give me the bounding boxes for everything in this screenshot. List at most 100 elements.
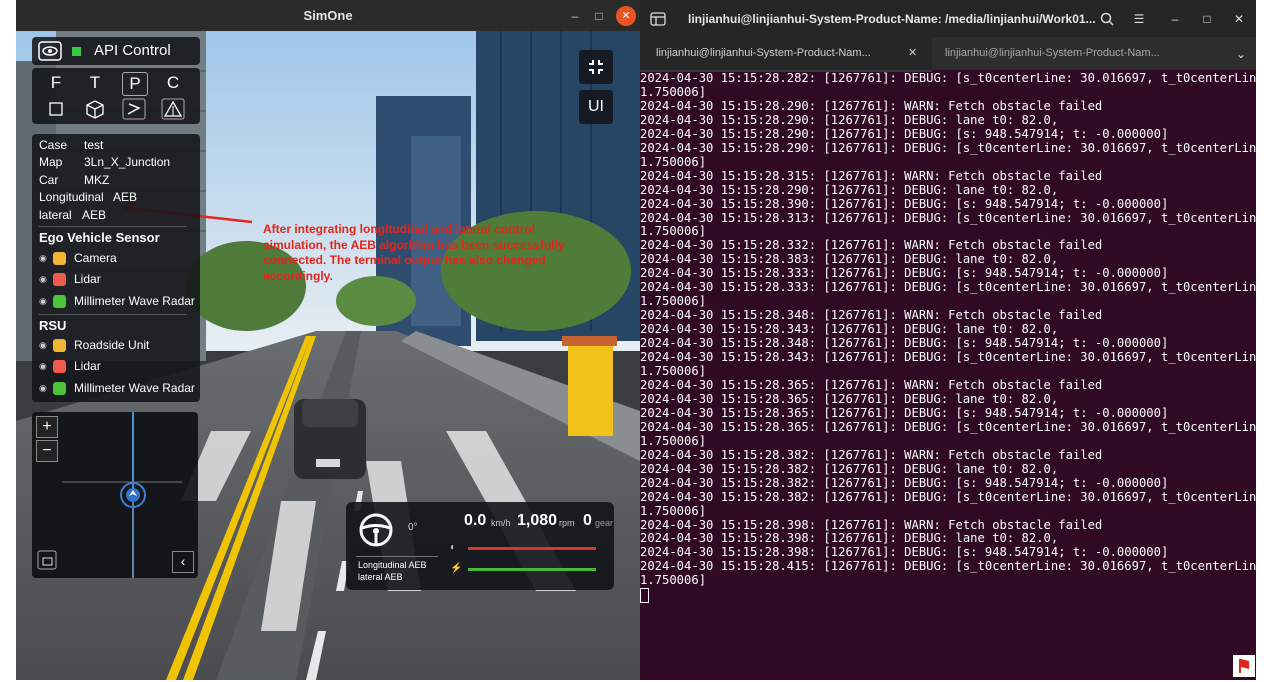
ui-toggle-button[interactable]: UI (579, 90, 613, 124)
tab-close-icon[interactable]: ✕ (908, 37, 917, 70)
terminal-line: 1.750006] (640, 364, 707, 379)
view-mode-c[interactable]: C (161, 72, 185, 94)
zoom-out-button[interactable]: − (36, 440, 58, 462)
brake-bar (468, 547, 596, 550)
terminal-line: 2024-04-30 15:15:28.383: [1267761]: DEBU… (640, 252, 1059, 267)
sensor-label: Millimeter Wave Radar (74, 381, 195, 395)
desktop-edge (1256, 0, 1280, 680)
terminal-line: 1.750006] (640, 224, 707, 239)
roadside-unit-icon (53, 339, 66, 352)
simulation-viewport[interactable]: API Control F T P C Case test Map 3Ln_X_… (16, 31, 640, 680)
terminal-title: linjianhui@linjianhui-System-Product-Nam… (688, 12, 1096, 26)
control-mode-longitudinal: Longitudinal AEB (358, 560, 427, 570)
brake-icon: ◐ (450, 542, 457, 553)
visibility-eye-icon[interactable]: ◉ (39, 383, 47, 394)
chevron-down-icon[interactable]: ⌄ (1230, 43, 1252, 65)
visibility-eye-icon[interactable]: ◉ (39, 296, 47, 307)
tab-label: linjianhui@linjianhui-System-Product-Nam… (656, 47, 871, 59)
terminal-line: 2024-04-30 15:15:28.365: [1267761]: DEBU… (640, 405, 1169, 420)
terminal-line: 2024-04-30 15:15:28.348: [1267761]: DEBU… (640, 336, 1169, 351)
maximize-button[interactable]: □ (588, 5, 610, 27)
hamburger-menu-icon[interactable]: ☰ (1128, 8, 1150, 30)
terminal-cursor (640, 588, 1256, 605)
minimap-panel[interactable]: + − ‹ (32, 412, 198, 578)
rsu-title: RSU (39, 318, 67, 333)
view-mode-f[interactable]: F (44, 72, 68, 94)
terminal-line: 2024-04-30 15:15:28.390: [1267761]: DEBU… (640, 196, 1169, 211)
collapse-chevron-icon[interactable]: ‹ (172, 551, 194, 573)
visibility-eye-icon[interactable]: ◉ (39, 361, 47, 372)
close-button[interactable]: ✕ (1228, 8, 1250, 30)
lidar-icon (53, 273, 66, 286)
api-control-panel[interactable]: API Control (32, 37, 200, 65)
car-value: MKZ (84, 173, 110, 187)
terminal-line: 2024-04-30 15:15:28.382: [1267761]: WARN… (640, 447, 1103, 462)
divider (39, 314, 187, 315)
terminal-line: 2024-04-30 15:15:28.290: [1267761]: DEBU… (640, 112, 1059, 127)
terminal-line: 2024-04-30 15:15:28.365: [1267761]: DEBU… (640, 419, 1256, 434)
terminal-line: 2024-04-30 15:15:28.315: [1267761]: WARN… (640, 168, 1103, 183)
terminal-line: 2024-04-30 15:15:28.290: [1267761]: DEBU… (640, 126, 1169, 141)
steering-wheel-icon (359, 513, 393, 547)
terminal-line: 2024-04-30 15:15:28.282: [1267761]: DEBU… (640, 71, 1256, 85)
terminal-line: 2024-04-30 15:15:28.382: [1267761]: DEBU… (640, 489, 1256, 504)
road-triangle-icon[interactable] (161, 98, 185, 120)
simone-window-title: SimOne (303, 8, 353, 23)
terminal-line: 2024-04-30 15:15:28.343: [1267761]: DEBU… (640, 322, 1059, 337)
terminal-titlebar[interactable]: linjianhui@linjianhui-System-Product-Nam… (640, 0, 1256, 37)
longitudinal-label: Longitudinal (39, 190, 104, 204)
fullscreen-exit-button[interactable] (579, 50, 613, 84)
view-mode-p[interactable]: P (122, 72, 148, 96)
terminal-line: 2024-04-30 15:15:28.382: [1267761]: DEBU… (640, 475, 1169, 490)
search-icon[interactable] (1096, 8, 1118, 30)
api-status-indicator (72, 47, 81, 56)
sensor-label: Camera (74, 251, 117, 265)
cube-icon[interactable] (83, 98, 107, 120)
visibility-eye-icon[interactable]: ◉ (39, 253, 47, 264)
terminal-line: 2024-04-30 15:15:28.398: [1267761]: DEBU… (640, 531, 1059, 546)
path-icon[interactable] (122, 98, 146, 120)
terminal-tab-1[interactable]: linjianhui@linjianhui-System-Product-Nam… (640, 37, 932, 72)
close-button[interactable]: ✕ (616, 6, 636, 26)
terminal-line: 2024-04-30 15:15:28.290: [1267761]: DEBU… (640, 140, 1256, 155)
simone-titlebar[interactable]: SimOne – □ ✕ (16, 0, 640, 31)
sensor-label: Lidar (74, 272, 101, 286)
new-tab-icon[interactable] (650, 11, 666, 27)
terminal-tab-bar: linjianhui@linjianhui-System-Product-Nam… (640, 37, 1256, 72)
tab-label: linjianhui@linjianhui-System-Product-Nam… (945, 47, 1160, 59)
hud-divider (356, 556, 438, 557)
terminal-output[interactable]: 2024-04-30 15:15:28.282: [1267761]: DEBU… (640, 71, 1256, 680)
visibility-eye-icon[interactable]: ◉ (39, 274, 47, 285)
terminal-tab-2[interactable]: linjianhui@linjianhui-System-Product-Nam… (936, 37, 1220, 70)
map-layer-icon[interactable] (36, 549, 58, 571)
api-control-label: API Control (94, 42, 171, 59)
minimize-button[interactable]: – (1164, 8, 1186, 30)
terminal-line: 1.750006] (640, 84, 707, 99)
map-value: 3Ln_X_Junction (84, 155, 171, 169)
terminal-line: 2024-04-30 15:15:28.313: [1267761]: DEBU… (640, 210, 1256, 225)
terminal-line: 2024-04-30 15:15:28.348: [1267761]: WARN… (640, 308, 1103, 323)
scenario-info-panel: Case test Map 3Ln_X_Junction Car MKZ Lon… (32, 134, 200, 402)
divider (39, 226, 187, 227)
terminal-line: 2024-04-30 15:15:28.333: [1267761]: DEBU… (640, 266, 1169, 281)
terminal-line: 2024-04-30 15:15:28.382: [1267761]: DEBU… (640, 461, 1059, 476)
terminal-line: 2024-04-30 15:15:28.290: [1267761]: WARN… (640, 98, 1103, 113)
terminal-line: 1.750006] (640, 294, 707, 309)
terminal-line: 2024-04-30 15:15:28.365: [1267761]: WARN… (640, 377, 1103, 392)
zoom-in-button[interactable]: + (36, 416, 58, 438)
camera-icon (53, 252, 66, 265)
minimize-button[interactable]: – (564, 5, 586, 27)
visibility-eye-icon[interactable]: ◉ (39, 340, 47, 351)
checkbox-icon[interactable] (44, 98, 68, 120)
rpm-unit: rpm (559, 518, 575, 528)
view-mode-t[interactable]: T (83, 72, 107, 94)
maximize-button[interactable]: □ (1196, 8, 1218, 30)
terminal-line: 2024-04-30 15:15:28.290: [1267761]: DEBU… (640, 182, 1059, 197)
case-label: Case (39, 138, 68, 152)
ego-sensor-title: Ego Vehicle Sensor (39, 230, 160, 245)
case-value: test (84, 138, 104, 152)
view-mode-panel: F T P C (32, 68, 200, 124)
sensor-label: Millimeter Wave Radar (74, 294, 195, 308)
camera-view-icon[interactable] (38, 41, 62, 61)
car-label: Car (39, 173, 59, 187)
